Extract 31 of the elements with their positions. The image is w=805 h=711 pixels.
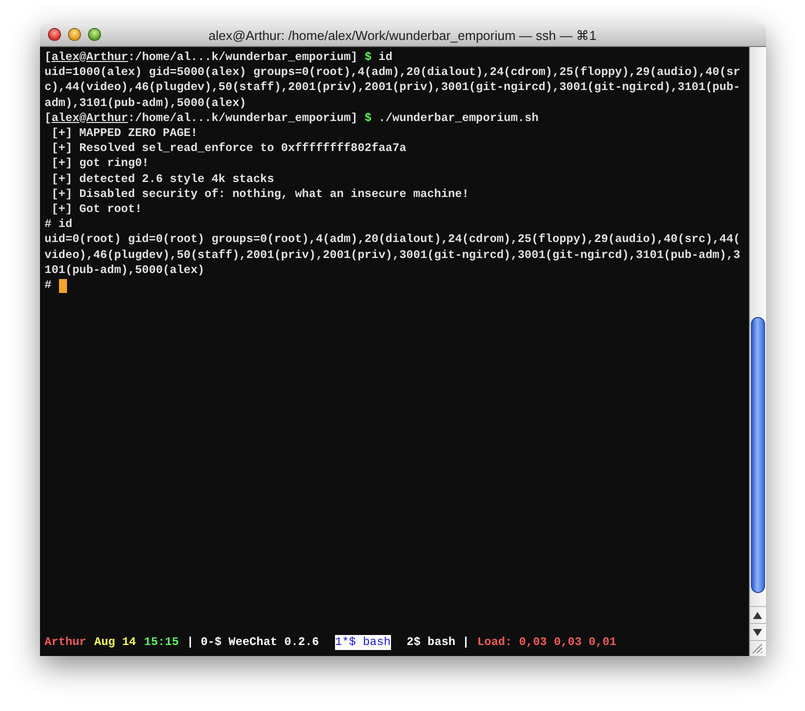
status-item: Arthur bbox=[44, 634, 86, 650]
scroll-thumb[interactable] bbox=[750, 317, 764, 593]
output-line: [+] Got root! bbox=[50, 202, 143, 218]
status-item: 2$ bash | bbox=[406, 634, 470, 650]
output-line: [+] Disabled security of: nothing, what an insecure machine! bbox=[50, 186, 470, 202]
text-cursor bbox=[59, 278, 68, 293]
output-line: [+] Resolved sel_read_enforce to 0xffffffff802faa7a bbox=[50, 141, 408, 156]
output-line: 101(pub-adm),5000(alex) bbox=[44, 262, 206, 278]
output-line: [+] MAPPED ZERO PAGE! bbox=[50, 126, 199, 142]
status-item: 15:15 bbox=[144, 634, 179, 650]
output-line: # id bbox=[44, 217, 74, 232]
output-line: adm),3101(pub-adm),5000(alex) bbox=[44, 96, 248, 111]
prompt-line: [alex@Arthur:/home/al...k/wunderbar_emporium] $ id bbox=[44, 50, 394, 66]
resize-grip-icon[interactable] bbox=[750, 640, 766, 656]
output-line: uid=1000(alex) gid=5000(alex) groups=0(root),4(adm),20(dialout),24(cdrom),25(floppy),29(audio),40(sr bbox=[44, 65, 742, 80]
output-line: uid=0(root) gid=0(root) groups=0(root),4(adm),20(dialout),24(cdrom),25(floppy),29(audio),40(src),44( bbox=[44, 232, 742, 248]
output-line: [+] detected 2.6 style 4k stacks bbox=[50, 172, 276, 187]
window-title: alex@Arthur: /home/alex/Work/wunderbar_emporium — ssh — ⌘1 bbox=[208, 28, 596, 42]
status-item: Load: 0,03 0,03 0,01 bbox=[477, 634, 616, 650]
output-line: [+] got ring0! bbox=[50, 156, 150, 172]
status-item: Aug 14 bbox=[94, 634, 136, 650]
output-line: c),44(video),46(plugdev),50(staff),2001(priv),2001(priv),3001(git-ngircd),3001(git-ngircd),3101(pub- bbox=[44, 80, 742, 96]
minimize-button[interactable] bbox=[68, 28, 80, 41]
prompt-symbol: # bbox=[44, 278, 52, 294]
scrollbar[interactable] bbox=[748, 47, 766, 656]
prompt-line: [alex@Arthur:/home/al...k/wunderbar_emporium] $ ./wunderbar_emporium.sh bbox=[44, 110, 540, 126]
zoom-button[interactable] bbox=[88, 28, 100, 41]
status-item: | 0-$ WeeChat 0.2.6 bbox=[186, 634, 319, 650]
active-window-item: 1*$ bash bbox=[335, 634, 391, 650]
close-button[interactable] bbox=[48, 28, 60, 41]
output-line: video),46(plugdev),50(staff),2001(priv),2001(priv),3001(git-ngircd),3001(git-ngircd),3101(pub-adm),3 bbox=[44, 248, 742, 263]
